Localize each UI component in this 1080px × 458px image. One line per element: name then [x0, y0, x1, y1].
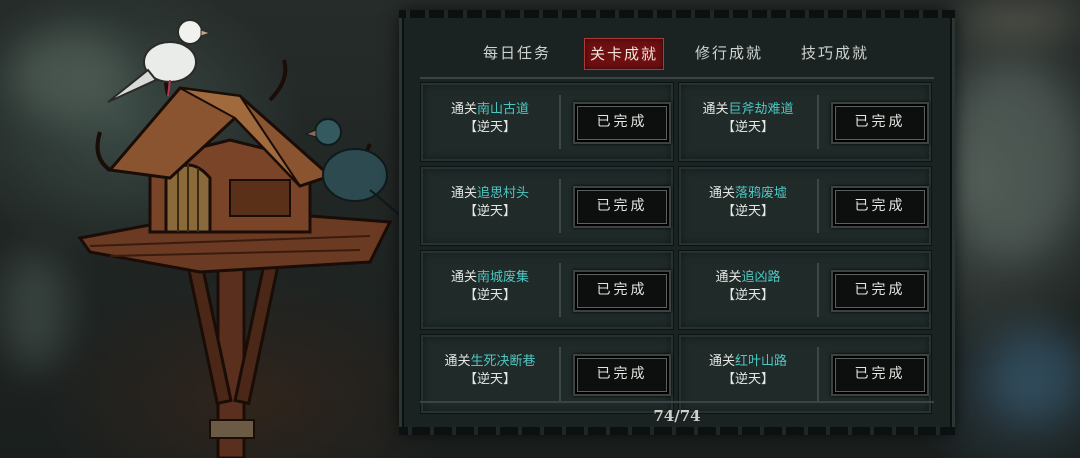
cell-divider	[559, 347, 561, 401]
difficulty-label: 【逆天】	[463, 372, 516, 387]
difficulty-label: 【逆天】	[463, 120, 516, 135]
achievement-item: 通关追思村头 【逆天】 已完成	[420, 166, 674, 246]
achievement-item: 通关追凶路 【逆天】 已完成	[678, 250, 932, 330]
achievement-prefix: 通关	[708, 354, 735, 369]
tab-training-achievements[interactable]: 修行成就	[690, 38, 768, 68]
achievement-panel: 每日任务 关卡成就 修行成就 技巧成就 通关南山古道 【逆天】 已完成 通关巨斧劫难道…	[399, 10, 955, 435]
stage-name: 南山古道	[477, 102, 530, 117]
achievement-item: 通关南山古道 【逆天】 已完成	[420, 82, 674, 162]
achievement-prefix: 通关	[702, 102, 729, 117]
stage-name: 生死决断巷	[470, 354, 536, 369]
difficulty-label: 【逆天】	[721, 372, 774, 387]
stage-name: 红叶山路	[735, 354, 788, 369]
tab-skill-achievements[interactable]: 技巧成就	[796, 38, 874, 68]
cell-divider	[559, 263, 561, 317]
tab-daily-tasks[interactable]: 每日任务	[478, 38, 556, 68]
difficulty-label: 【逆天】	[721, 204, 774, 219]
stage-name: 巨斧劫难道	[728, 102, 794, 117]
cell-divider	[817, 179, 819, 233]
achievement-prefix: 通关	[444, 354, 471, 369]
completed-button[interactable]: 已完成	[573, 102, 671, 144]
cell-divider	[817, 347, 819, 401]
tab-stage-achievements[interactable]: 关卡成就	[584, 38, 664, 70]
difficulty-label: 【逆天】	[463, 204, 516, 219]
progress-counter: 74/74	[653, 407, 701, 425]
achievement-label: 通关追思村头【逆天】	[425, 185, 555, 221]
cell-divider	[817, 95, 819, 149]
achievement-label: 通关红叶山路【逆天】	[683, 353, 813, 389]
tab-bar: 每日任务 关卡成就 修行成就 技巧成就	[404, 38, 950, 70]
stage-name: 南城废集	[477, 270, 530, 285]
completed-button[interactable]: 已完成	[831, 270, 929, 312]
completed-button[interactable]: 已完成	[831, 354, 929, 396]
completed-button[interactable]: 已完成	[573, 186, 671, 228]
tab-divider	[420, 77, 934, 79]
completed-button[interactable]: 已完成	[831, 102, 929, 144]
cell-divider	[559, 95, 561, 149]
achievement-item: 通关落鸦废墟 【逆天】 已完成	[678, 166, 932, 246]
achievement-item: 通关巨斧劫难道 【逆天】 已完成	[678, 82, 932, 162]
footer-divider	[420, 401, 934, 403]
birdhouse-illustration	[77, 19, 409, 458]
difficulty-label: 【逆天】	[463, 288, 516, 303]
achievement-prefix: 通关	[450, 270, 477, 285]
completed-button[interactable]: 已完成	[573, 354, 671, 396]
achievement-label: 通关南城废集【逆天】	[425, 269, 555, 305]
achievement-prefix: 通关	[450, 186, 477, 201]
difficulty-label: 【逆天】	[721, 120, 774, 135]
achievement-label: 通关巨斧劫难道【逆天】	[683, 101, 813, 137]
completed-button[interactable]: 已完成	[831, 186, 929, 228]
achievement-item: 通关南城废集 【逆天】 已完成	[420, 250, 674, 330]
cell-divider	[559, 179, 561, 233]
stage-name: 追思村头	[477, 186, 530, 201]
completed-button[interactable]: 已完成	[573, 270, 671, 312]
achievement-prefix: 通关	[450, 102, 477, 117]
achievement-prefix: 通关	[708, 186, 735, 201]
achievement-label: 通关南山古道【逆天】	[425, 101, 555, 137]
achievement-label: 通关落鸦废墟【逆天】	[683, 185, 813, 221]
stage-name: 落鸦废墟	[735, 186, 788, 201]
achievement-label: 通关追凶路【逆天】	[683, 269, 813, 305]
cell-divider	[817, 263, 819, 317]
difficulty-label: 【逆天】	[721, 288, 774, 303]
stage-name: 追凶路	[741, 270, 781, 285]
achievement-label: 通关生死决断巷【逆天】	[425, 353, 555, 389]
achievement-prefix: 通关	[715, 270, 742, 285]
